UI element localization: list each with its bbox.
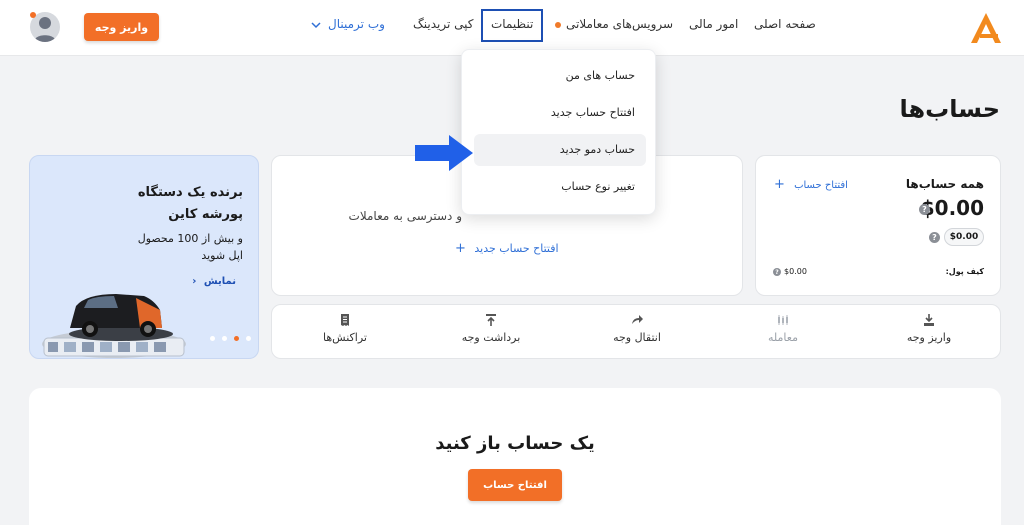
promo-subtitle: و بیش از 100 محصول اپل شوید <box>137 232 243 262</box>
carousel-dots <box>210 336 251 341</box>
menu-item-my-accounts[interactable]: حساب های من <box>566 69 635 82</box>
nav-web-terminal[interactable]: وب ترمینال <box>328 17 385 31</box>
receipt-icon <box>341 314 349 326</box>
carousel-dot[interactable] <box>246 336 251 341</box>
menu-item-change-account-type[interactable]: تغییر نوع حساب <box>561 180 635 193</box>
promo-show-link[interactable]: نمایش ‹ <box>192 276 236 287</box>
plus-icon: + <box>455 241 466 256</box>
menu-item-open-new-account[interactable]: افتتاح حساب جدید <box>551 106 635 119</box>
open-account-section: یک حساب باز کنید افتتاح حساب <box>29 388 1001 525</box>
carousel-dot[interactable] <box>222 336 227 341</box>
top-navigation-bar: صفحه اصلی امور مالی سرویس‌های معاملاتی ت… <box>0 0 1024 56</box>
chevron-left-icon: ‹ <box>192 276 197 287</box>
upload-icon <box>486 314 496 326</box>
help-icon[interactable]: ? <box>919 204 930 215</box>
page-title: حساب‌ها <box>899 95 1001 123</box>
avatar-notification-dot <box>30 12 36 18</box>
action-withdraw[interactable]: برداشت وجه <box>446 313 536 353</box>
notification-dot <box>555 22 561 28</box>
transfer-icon <box>632 315 643 324</box>
open-new-account-link[interactable]: + افتتاح حساب جدید <box>455 241 559 256</box>
open-account-link[interactable]: + افتتاح حساب <box>774 177 848 192</box>
a-logo-icon[interactable] <box>968 10 1004 46</box>
nav-home[interactable]: صفحه اصلی <box>754 17 816 31</box>
download-icon <box>924 314 934 326</box>
total-balance: $0.00 <box>920 196 984 220</box>
help-icon[interactable]: ? <box>929 232 940 243</box>
wallet-label: کیف پول: <box>945 267 984 276</box>
candles-icon <box>778 315 788 325</box>
action-transactions[interactable]: تراکنش‌ها <box>300 313 390 353</box>
settings-dropdown-menu: حساب های من افتتاح حساب جدید حساب دمو جد… <box>461 49 656 215</box>
settings-highlight-box <box>481 9 543 42</box>
accounts-summary-card: همه حساب‌ها + افتتاح حساب $0.00 ? $0.00 … <box>755 155 1001 296</box>
nav-trading-services[interactable]: سرویس‌های معاملاتی <box>566 17 673 31</box>
deposit-button[interactable]: واریز وجه <box>84 13 159 41</box>
nav-copy-trading[interactable]: کپی تریدینگ <box>413 17 473 31</box>
nav-finance[interactable]: امور مالی <box>689 17 738 31</box>
card-description: و دسترسی به معاملات <box>348 209 462 223</box>
accounts-title: همه حساب‌ها <box>905 177 984 191</box>
section-title: یک حساب باز کنید <box>435 433 595 454</box>
open-account-button[interactable]: افتتاح حساب <box>468 469 562 501</box>
quick-actions-bar: واریز وجه معامله انتقال وجه برداشت وجه ت… <box>271 304 1001 359</box>
action-trade: معامله <box>738 313 828 353</box>
promo-title: برنده یک دستگاه پورشه کاین <box>137 185 243 222</box>
wallet-value: $0.00 <box>784 267 807 276</box>
promo-banner[interactable]: برنده یک دستگاه پورشه کاین و بیش از 100 … <box>29 155 259 359</box>
carousel-dot[interactable] <box>210 336 215 341</box>
car-illustration-icon <box>42 294 186 358</box>
carousel-dot-active[interactable] <box>234 336 239 341</box>
balance-pill: $0.00 <box>944 228 984 246</box>
action-transfer[interactable]: انتقال وجه <box>592 313 682 353</box>
chevron-down-icon[interactable] <box>311 20 321 30</box>
arrow-right-icon <box>415 135 473 171</box>
action-deposit[interactable]: واریز وجه <box>884 313 974 353</box>
menu-item-new-demo-account[interactable]: حساب دمو جدید <box>560 143 635 156</box>
plus-icon: + <box>774 177 785 192</box>
help-icon[interactable]: ? <box>773 268 781 276</box>
